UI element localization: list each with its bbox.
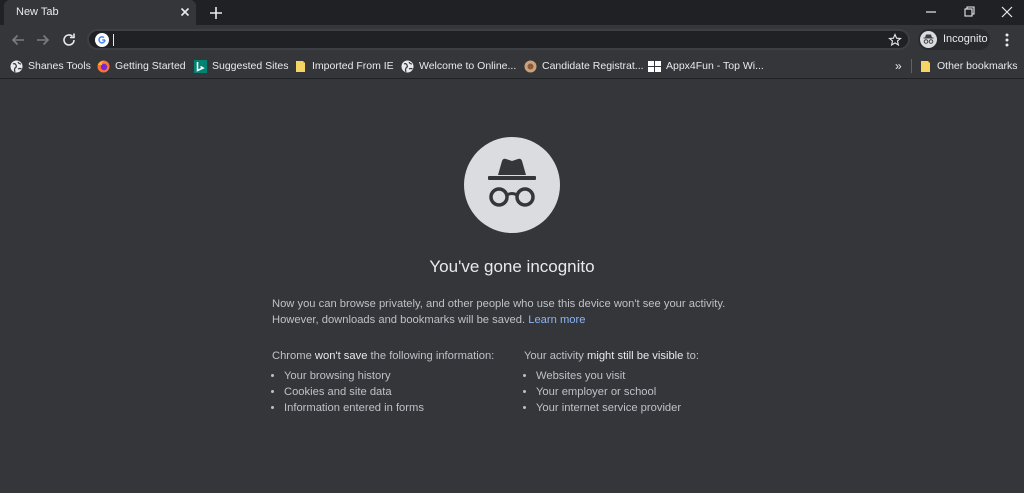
bookmarks-overflow-button[interactable]: »: [895, 58, 902, 74]
bookmark-getting-started[interactable]: Getting Started: [97, 58, 186, 74]
page-title: You've gone incognito: [429, 257, 595, 276]
list-item: Information entered in forms: [284, 400, 522, 416]
bookmark-other-bookmarks[interactable]: Other bookmarks: [919, 58, 1018, 74]
folder-icon: [921, 60, 930, 72]
intro-line-2: However, downloads and bookmarks will be…: [272, 312, 742, 328]
overflow-chevron: »: [895, 59, 902, 73]
title-bar: New Tab: [0, 0, 1024, 25]
bookmark-welcome-online[interactable]: Welcome to Online...: [401, 58, 516, 74]
intro-text: Now you can browse privately, and other …: [272, 296, 742, 328]
heading-emphasis: might still be visible: [587, 350, 684, 362]
bookmark-suggested-sites[interactable]: Suggested Sites: [194, 58, 288, 74]
text-caret: [113, 34, 114, 46]
bookmark-appx4fun[interactable]: Appx4Fun - Top Wi...: [648, 58, 764, 74]
star-bookmark-icon[interactable]: [888, 33, 902, 47]
bookmark-label: Suggested Sites: [212, 60, 289, 72]
bookmarks-bar: Shanes Tools Getting Started Suggested S…: [0, 54, 1024, 79]
site-icon: [524, 60, 537, 72]
incognito-page: You've gone incognito Now you can browse…: [0, 79, 1024, 493]
close-tab-icon[interactable]: [178, 5, 192, 19]
forward-arrow-icon[interactable]: [34, 31, 52, 49]
heading-emphasis: won't save: [314, 350, 368, 362]
incognito-spy-icon: [464, 137, 560, 233]
bookmark-label: Shanes Tools: [28, 60, 91, 72]
new-tab-icon[interactable]: [207, 4, 225, 22]
list-item: Cookies and site data: [284, 384, 522, 400]
intro-line-1: Now you can browse privately, and other …: [272, 298, 726, 310]
still-visible-list: Websites you visit Your employer or scho…: [524, 368, 774, 416]
heading-text: the following information:: [370, 350, 495, 362]
bookmark-label: Appx4Fun - Top Wi...: [666, 60, 764, 72]
still-visible-section: Your activity might still be visible to:…: [524, 348, 774, 416]
bookmarks-divider: [911, 59, 912, 73]
windows-icon: [648, 60, 661, 72]
incognito-avatar-icon: [920, 31, 937, 48]
minimize-icon[interactable]: [922, 4, 940, 20]
heading-text: Chrome: [272, 350, 312, 362]
wont-save-list: Your browsing history Cookies and site d…: [272, 368, 522, 416]
globe-icon: [10, 60, 23, 72]
close-window-icon[interactable]: [998, 4, 1016, 20]
bing-icon: [194, 59, 207, 73]
heading-text: Your activity: [524, 350, 584, 362]
learn-more-link[interactable]: Learn more: [528, 314, 585, 326]
reload-icon[interactable]: [60, 31, 78, 49]
restore-icon[interactable]: [960, 4, 978, 20]
bookmark-label: Candidate Registrat...: [542, 60, 644, 72]
bookmark-label: Getting Started: [115, 60, 186, 72]
list-item: Your browsing history: [284, 368, 522, 384]
bookmark-label: Other bookmarks: [937, 60, 1018, 72]
list-item: Your employer or school: [536, 384, 774, 400]
still-visible-heading: Your activity might still be visible to:: [524, 348, 774, 364]
incognito-profile-button[interactable]: Incognito: [918, 29, 990, 50]
heading-text: to:: [686, 350, 699, 362]
tab-new-tab[interactable]: New Tab: [4, 0, 196, 25]
address-bar[interactable]: [87, 29, 910, 50]
bookmark-shanes-tools[interactable]: Shanes Tools: [10, 58, 91, 74]
bookmark-label: Welcome to Online...: [419, 60, 517, 72]
globe-icon: [401, 60, 414, 72]
back-arrow-icon[interactable]: [9, 31, 27, 49]
firefox-icon: [97, 60, 110, 72]
wont-save-heading: Chrome won't save the following informat…: [272, 348, 522, 364]
menu-kebab-icon[interactable]: [1000, 31, 1014, 49]
google-g-icon: [95, 33, 109, 47]
wont-save-section: Chrome won't save the following informat…: [272, 348, 522, 416]
bookmark-imported-from-ie[interactable]: Imported From IE: [294, 58, 394, 74]
intro-line-2-text: However, downloads and bookmarks will be…: [272, 314, 526, 326]
folder-icon: [296, 60, 305, 72]
tab-title: New Tab: [16, 6, 59, 18]
bookmark-label: Imported From IE: [312, 60, 394, 72]
list-item: Your internet service provider: [536, 400, 774, 416]
bookmark-candidate-registration[interactable]: Candidate Registrat...: [524, 58, 644, 74]
profile-label: Incognito: [943, 33, 988, 45]
list-item: Websites you visit: [536, 368, 774, 384]
